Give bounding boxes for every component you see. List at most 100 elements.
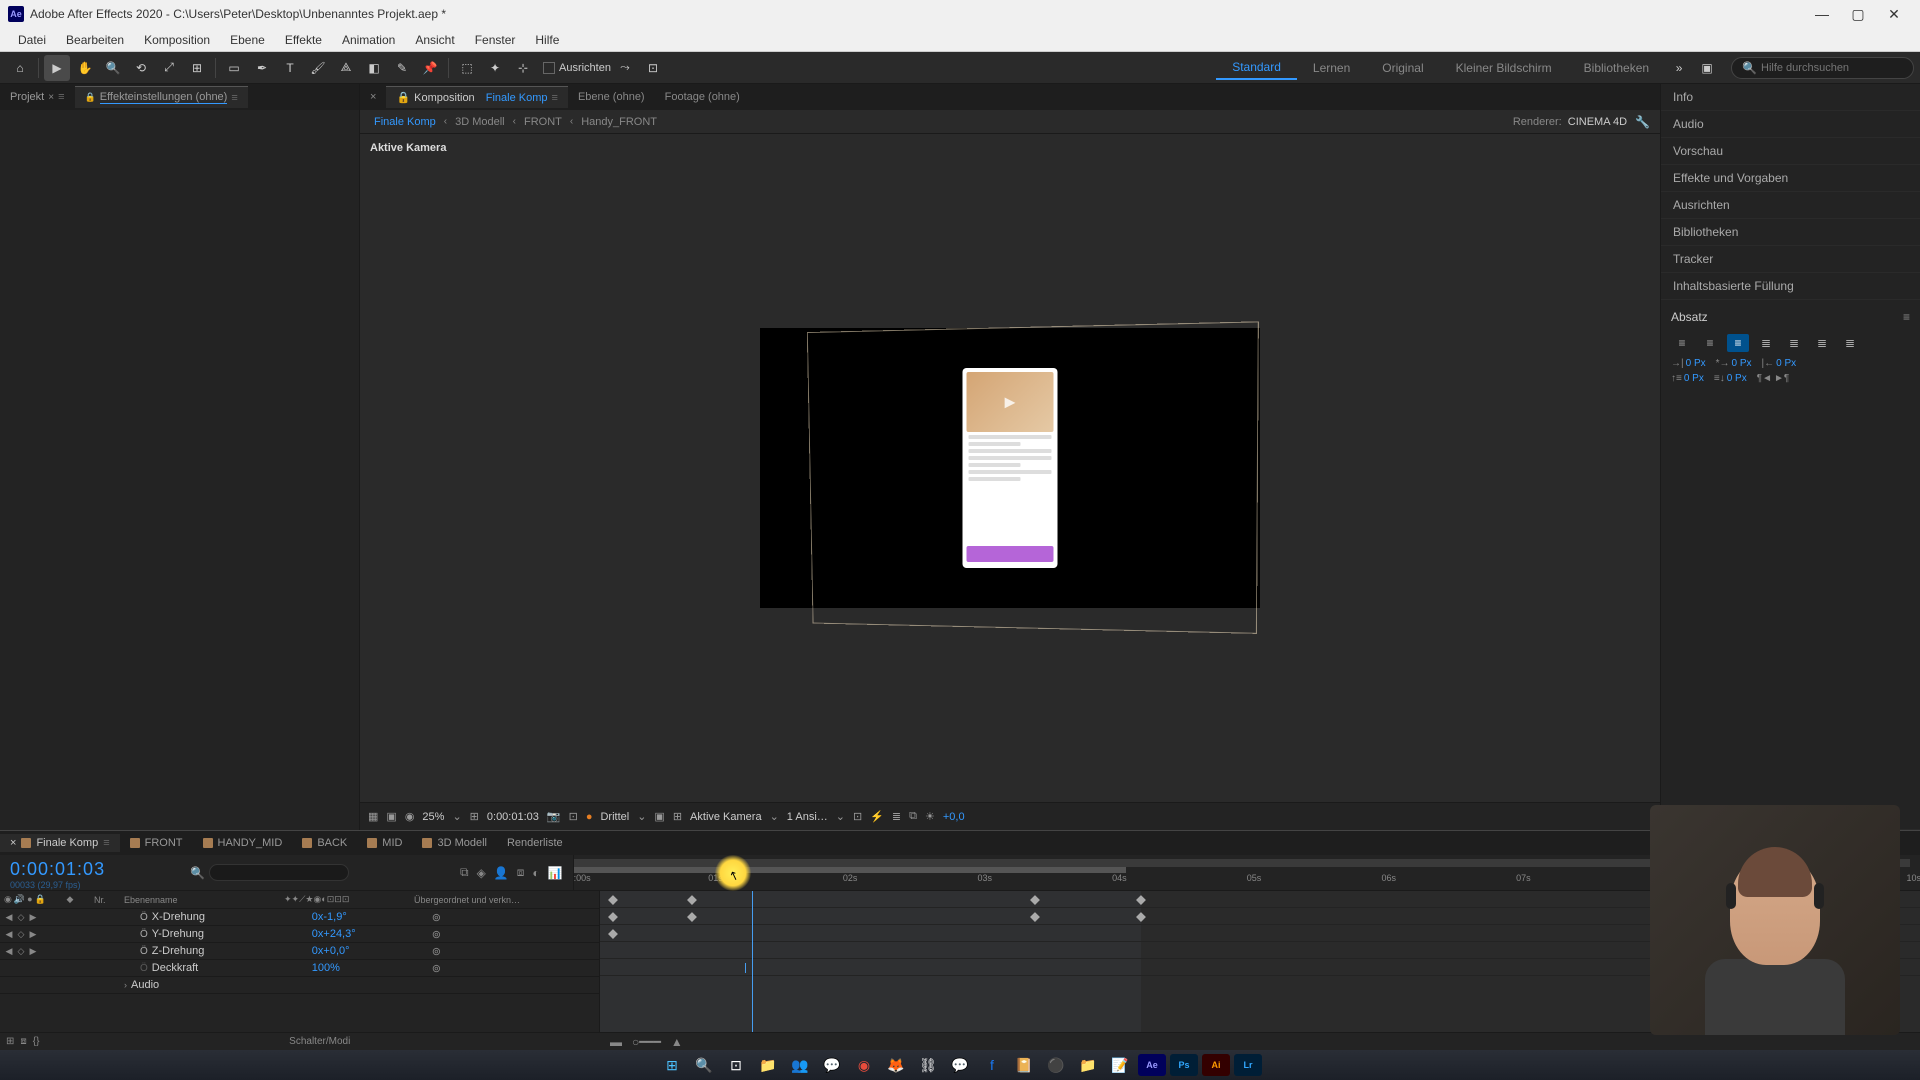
expression-pickwhip-icon[interactable]: ⊚ <box>432 928 441 941</box>
color-mgmt-icon[interactable]: ● <box>586 811 593 823</box>
menu-fenster[interactable]: Fenster <box>465 33 526 47</box>
photoshop-icon[interactable]: Ps <box>1170 1054 1198 1076</box>
composition-tab[interactable]: 🔒 Komposition Finale Komp ≡ <box>386 86 568 108</box>
chevron-down-icon[interactable]: ⌄ <box>770 810 779 823</box>
zoom-slider[interactable]: ○━━━ <box>632 1035 661 1049</box>
stopwatch-icon[interactable]: Ö <box>140 946 148 957</box>
clone-tool-icon[interactable]: ⟁ <box>333 55 359 81</box>
property-value[interactable]: 0x+24,3° <box>312 928 432 940</box>
switches-icon[interactable]: ✦✦⟋★◉◐⊡⊡⊡ <box>284 894 349 905</box>
resolution-icon[interactable]: ⊞ <box>470 810 479 823</box>
selection-tool-icon[interactable]: ▶ <box>44 55 70 81</box>
fast-preview-icon[interactable]: ⚡ <box>870 810 884 823</box>
ltr-icon[interactable]: ►¶ <box>1774 373 1789 384</box>
zoom-tool-icon[interactable]: 🔍 <box>100 55 126 81</box>
panel-menu-icon[interactable]: ≡ <box>1903 310 1910 324</box>
space-after-icon[interactable]: ≡↓ <box>1714 373 1725 384</box>
toggle-switches-icon[interactable]: ⊞ <box>6 1036 14 1047</box>
panel-bibliotheken[interactable]: Bibliotheken <box>1661 219 1920 246</box>
mask-icon[interactable]: ◉ <box>405 810 415 823</box>
audio-icon[interactable]: 🔊 <box>14 894 25 905</box>
effect-controls-tab[interactable]: 🔒 Effekteinstellungen (ohne) ≡ <box>75 86 248 108</box>
menu-komposition[interactable]: Komposition <box>134 33 220 47</box>
crumb-3[interactable]: FRONT <box>520 116 566 128</box>
crumb-1[interactable]: Finale Komp <box>370 116 440 128</box>
viewer-timecode[interactable]: 0:00:01:03 <box>487 811 539 823</box>
lock-icon[interactable]: 🔒 <box>35 894 46 905</box>
timeline-tab[interactable]: BACK <box>292 834 357 852</box>
toggle-switches-icon[interactable]: {} <box>33 1036 40 1047</box>
workspace-standard[interactable]: Standard <box>1216 56 1297 80</box>
add-kf-icon[interactable]: ◇ <box>16 929 26 940</box>
grid-icon[interactable]: ⊞ <box>673 810 682 823</box>
workspace-bibliotheken[interactable]: Bibliotheken <box>1568 57 1665 79</box>
menu-ebene[interactable]: Ebene <box>220 33 275 47</box>
orbit-tool-icon[interactable]: ⟲ <box>128 55 154 81</box>
layer-tab[interactable]: Ebene (ohne) <box>568 87 655 107</box>
panel-content-fill[interactable]: Inhaltsbasierte Füllung <box>1661 273 1920 300</box>
timeline-icon[interactable]: ≣ <box>892 810 901 823</box>
next-kf-icon[interactable]: ▶ <box>28 929 38 940</box>
justify-right-icon[interactable]: ≣ <box>1811 334 1833 352</box>
timeline-search-input[interactable] <box>209 864 349 881</box>
add-kf-icon[interactable]: ◇ <box>16 946 26 957</box>
keyframe-icon[interactable] <box>608 929 618 939</box>
whatsapp-icon[interactable]: 💬 <box>818 1054 846 1076</box>
property-value[interactable]: 100% <box>312 962 432 974</box>
renderer-value[interactable]: CINEMA 4D <box>1568 116 1627 128</box>
next-kf-icon[interactable]: ▶ <box>28 912 38 923</box>
expression-pickwhip-icon[interactable]: ⊚ <box>432 962 441 975</box>
show-channel-icon[interactable]: ⊡ <box>569 810 578 823</box>
expression-pickwhip-icon[interactable]: ⊚ <box>432 911 441 924</box>
keyframe-icon[interactable] <box>1136 912 1146 922</box>
messenger-icon[interactable]: 💬 <box>946 1054 974 1076</box>
pen-tool-icon[interactable]: ✒ <box>249 55 275 81</box>
current-timecode[interactable]: 0:00:01:03 <box>10 859 180 880</box>
explorer-icon[interactable]: 📁 <box>1074 1054 1102 1076</box>
property-value[interactable]: 0x+0,0° <box>312 945 432 957</box>
add-kf-icon[interactable]: ◇ <box>16 912 26 923</box>
lightroom-icon[interactable]: Lr <box>1234 1054 1262 1076</box>
app-icon[interactable]: 📔 <box>1010 1054 1038 1076</box>
comp-settings-icon[interactable]: 🔧 <box>1635 115 1650 129</box>
property-row[interactable]: ◀◇▶ Ö X-Drehung 0x-1,9° ⊚ <box>0 909 599 926</box>
minimize-button[interactable]: — <box>1804 0 1840 28</box>
space-before-icon[interactable]: ↑≡ <box>1671 373 1682 384</box>
chevron-down-icon[interactable]: ⌄ <box>836 810 845 823</box>
draft3d-icon[interactable]: ◈ <box>477 866 486 880</box>
menu-hilfe[interactable]: Hilfe <box>525 33 569 47</box>
chevron-left-icon[interactable]: ‹ <box>566 116 577 127</box>
rtl-icon[interactable]: ¶◄ <box>1757 373 1772 384</box>
camera-view-value[interactable]: Aktive Kamera <box>690 811 762 823</box>
firefox-icon[interactable]: 🦊 <box>882 1054 910 1076</box>
help-search-input[interactable] <box>1761 62 1903 74</box>
workspace-overflow-icon[interactable]: » <box>1666 55 1692 81</box>
property-value[interactable]: 0x-1,9° <box>312 911 432 923</box>
zoom-in-icon[interactable]: ▲ <box>671 1035 683 1049</box>
panel-vorschau[interactable]: Vorschau <box>1661 138 1920 165</box>
brush-tool-icon[interactable]: 🖌 <box>305 55 331 81</box>
crumb-4[interactable]: Handy_FRONT <box>577 116 661 128</box>
indent-value[interactable]: 0 Px <box>1776 358 1796 369</box>
lock-icon[interactable]: 🔒 <box>396 91 410 104</box>
eye-icon[interactable]: ◉ <box>4 894 12 905</box>
next-kf-icon[interactable]: ▶ <box>28 946 38 957</box>
menu-datei[interactable]: Datei <box>8 33 56 47</box>
facebook-icon[interactable]: f <box>978 1054 1006 1076</box>
rotate-tool-icon[interactable]: ⤢ <box>156 55 182 81</box>
prev-kf-icon[interactable]: ◀ <box>4 912 14 923</box>
workspace-original[interactable]: Original <box>1366 57 1439 79</box>
local-axis-icon[interactable]: ⬚ <box>454 55 480 81</box>
hand-tool-icon[interactable]: ✋ <box>72 55 98 81</box>
justify-all-icon[interactable]: ≣ <box>1839 334 1861 352</box>
align-center-icon[interactable]: ≡ <box>1699 334 1721 352</box>
roi-icon[interactable]: ▣ <box>654 810 664 823</box>
views-value[interactable]: 1 Ansi… <box>787 811 828 823</box>
panel-info[interactable]: Info <box>1661 84 1920 111</box>
panel-tracker[interactable]: Tracker <box>1661 246 1920 273</box>
home-icon[interactable]: ⌂ <box>7 55 33 81</box>
prev-kf-icon[interactable]: ◀ <box>4 929 14 940</box>
project-tab[interactable]: Projekt×≡ <box>0 87 75 107</box>
label-icon[interactable]: ◆ <box>67 894 74 904</box>
shape-tool-icon[interactable]: ▭ <box>221 55 247 81</box>
